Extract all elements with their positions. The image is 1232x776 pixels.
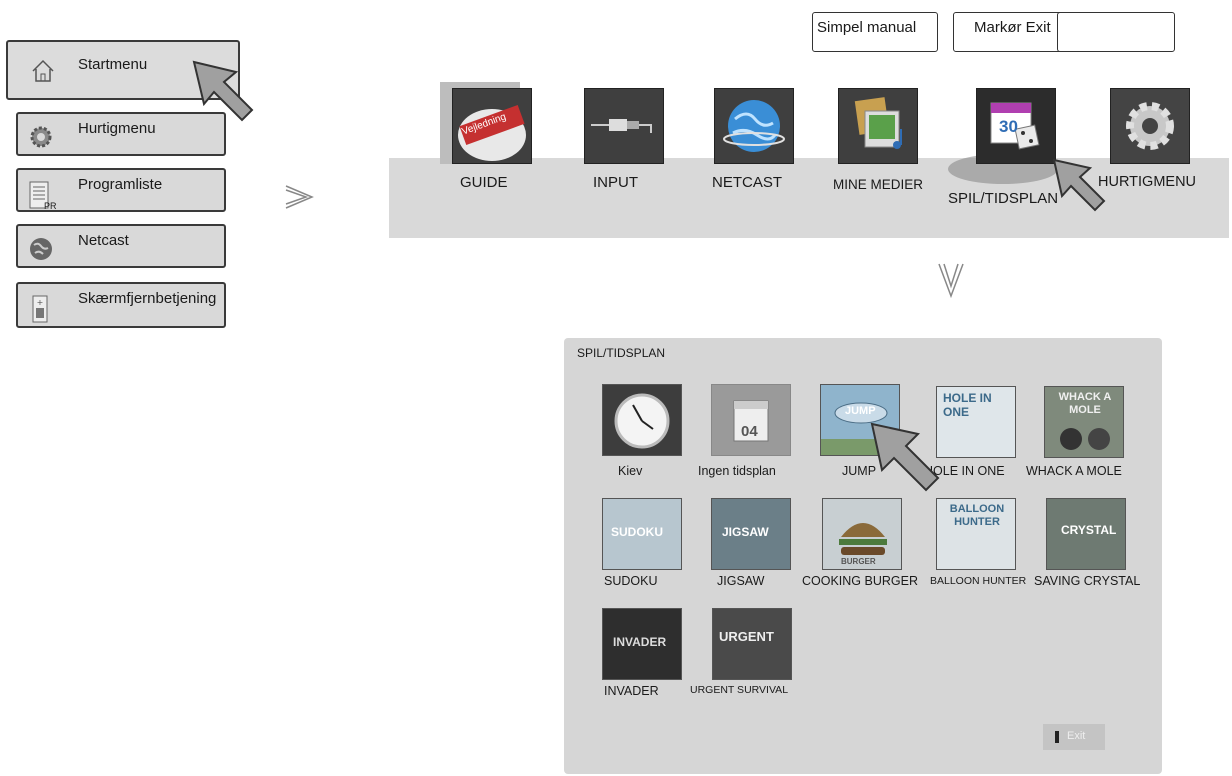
game-label: COOKING BURGER — [802, 574, 918, 588]
spil-tidsplan-panel: SPIL/TIDSPLAN Kiev 04 Ingen tidsplan JUM… — [564, 338, 1162, 774]
tile-text: HOLE IN ONE — [943, 391, 992, 419]
tile-text: CRYSTAL — [1061, 523, 1117, 537]
svg-text:+: + — [37, 298, 44, 307]
tile-text: BALLOON HUNTER — [949, 503, 1005, 528]
gear-icon — [1126, 102, 1174, 150]
calendar-day: 04 — [741, 423, 758, 440]
home-label-mine-medier: MINE MEDIER — [833, 177, 924, 192]
clock-icon — [614, 393, 670, 449]
game-tile-saving-crystal[interactable]: CRYSTAL — [1046, 498, 1126, 570]
tile-text: INVADER — [613, 635, 667, 649]
blank-button[interactable] — [1057, 12, 1175, 52]
game-tile-hole-in-one[interactable]: HOLE IN ONE — [936, 386, 1016, 458]
tile-text: BURGER — [841, 557, 876, 566]
simple-manual-button[interactable]: Simpel manual — [812, 12, 938, 52]
calendar-day: 30 — [999, 117, 1018, 136]
home-tile-hurtigmenu[interactable] — [1110, 88, 1190, 164]
panel-title: SPIL/TIDSPLAN — [577, 346, 666, 360]
exit-label: Exit — [1067, 730, 1086, 742]
chevron-down-icon — [936, 262, 966, 303]
exit-icon — [1055, 731, 1059, 743]
game-label: URGENT SURVIVAL — [690, 684, 789, 696]
chevron-right-icon — [284, 182, 316, 220]
pointer-cursor-icon — [192, 60, 254, 122]
game-label: JIGSAW — [717, 574, 765, 588]
home-label-hurtigmenu: HURTIGMENU — [1098, 174, 1197, 190]
tile-text: SUDOKU — [611, 525, 664, 539]
home-label-input: INPUT — [593, 174, 638, 191]
menu-item-label: Hurtigmenu — [78, 120, 156, 137]
home-tile-guide[interactable]: Vejledning — [452, 88, 532, 164]
game-label: Kiev — [618, 464, 643, 478]
game-tile-ingen-tidsplan[interactable]: 04 — [711, 384, 791, 456]
globe-icon — [723, 100, 785, 152]
menu-item-label: Netcast — [78, 232, 129, 249]
game-label: WHACK A MOLE — [1026, 464, 1122, 478]
remote-icon: + — [28, 294, 54, 323]
input-plug-icon — [591, 119, 652, 133]
gear-icon — [28, 124, 54, 150]
pointer-cursor-icon — [870, 422, 940, 492]
menu-item-label: Startmenu — [78, 56, 148, 73]
game-tile-kiev[interactable] — [602, 384, 682, 456]
media-icon — [854, 97, 902, 149]
home-tile-spil-tidsplan[interactable]: 30 — [976, 88, 1056, 164]
home-tile-input[interactable] — [584, 88, 664, 164]
home-label-netcast: NETCAST — [712, 174, 783, 191]
game-tile-urgent-survival[interactable]: URGENT — [712, 608, 792, 680]
game-tile-sudoku[interactable]: SUDOKU — [602, 498, 682, 570]
game-tile-jigsaw[interactable]: JIGSAW — [711, 498, 791, 570]
game-label: INVADER — [604, 684, 659, 698]
game-label: BALLOON HUNTER — [930, 575, 1027, 587]
game-tile-invader[interactable]: INVADER — [602, 608, 682, 680]
home-tile-mine-medier[interactable] — [838, 88, 918, 164]
home-label-spil-tidsplan: SPIL/TIDSPLAN — [948, 190, 1059, 207]
calendar-icon — [733, 400, 769, 442]
menu-item-skaermfjernbetjening[interactable]: + Skærmfjernbetjening — [16, 282, 226, 328]
game-tile-cooking-burger[interactable]: BURGER — [822, 498, 902, 570]
menu-item-netcast[interactable]: Netcast — [16, 224, 226, 268]
tile-text: JIGSAW — [722, 525, 769, 539]
tile-text: JUMP — [845, 405, 876, 417]
home-icon — [30, 58, 56, 84]
game-label: Ingen tidsplan — [698, 464, 776, 478]
game-label: SUDOKU — [604, 574, 658, 588]
menu-item-programliste[interactable]: PR Programliste — [16, 168, 226, 212]
menu-item-label: Skærmfjernbetjening — [78, 290, 217, 307]
game-label: SAVING CRYSTAL — [1034, 574, 1141, 588]
cursor-exit-button[interactable]: Markør Exit — [953, 12, 1068, 52]
mole-icon — [1060, 428, 1110, 450]
menu-item-label: Programliste — [78, 176, 163, 193]
exit-button[interactable]: Exit — [1043, 724, 1105, 750]
home-tile-netcast[interactable] — [714, 88, 794, 164]
game-tile-whack-a-mole[interactable]: WHACK A MOLE — [1044, 386, 1124, 458]
tile-text: WHACK A MOLE — [1058, 391, 1112, 416]
pr-badge: PR — [44, 201, 57, 211]
home-label-guide: GUIDE — [460, 174, 508, 191]
globe-icon — [28, 236, 54, 262]
game-tile-balloon-hunter[interactable]: BALLOON HUNTER — [936, 498, 1016, 570]
tile-text: URGENT — [719, 629, 774, 644]
